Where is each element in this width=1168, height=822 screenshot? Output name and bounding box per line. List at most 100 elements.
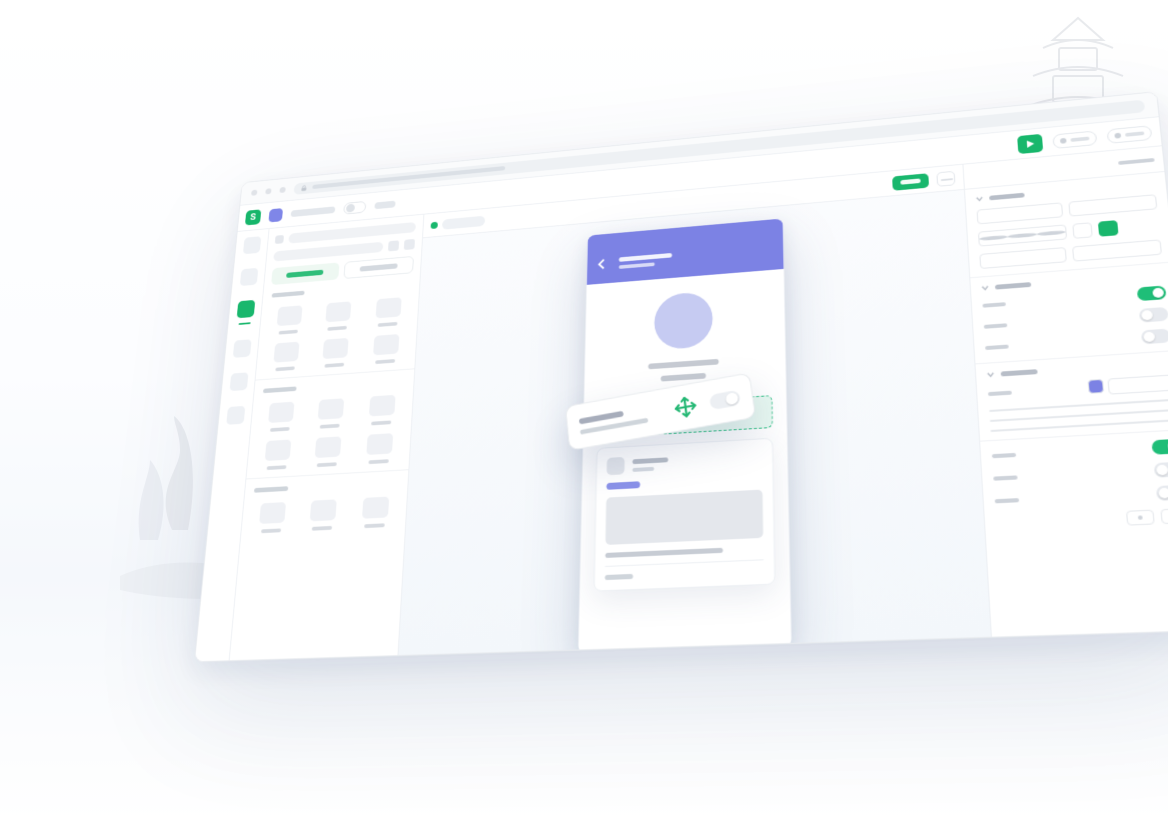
device-toggle[interactable] [343,201,366,215]
rail-item-database[interactable] [232,339,251,358]
flag-a-toggle[interactable] [1139,307,1168,323]
rail-item-components[interactable] [239,268,258,286]
appbar-subtitle [618,262,654,269]
back-icon[interactable] [596,258,607,270]
move-icon [671,393,700,422]
state-b-label [993,475,1017,480]
visibility-toggle[interactable] [1137,285,1167,301]
component-item[interactable] [265,341,308,372]
dragging-toggle[interactable] [709,390,741,410]
device-hero [584,269,786,394]
state-b-toggle[interactable] [1154,462,1168,478]
align-segmented[interactable] [978,224,1067,246]
flag-b-toggle[interactable] [1141,328,1168,344]
status-dot-icon [431,221,438,228]
layout-height-input[interactable] [1072,239,1162,261]
inspector-section-layout [965,172,1168,278]
component-item[interactable] [317,301,360,332]
card-subtitle [632,466,654,471]
publish-chip[interactable] [1107,125,1153,144]
component-item[interactable] [367,297,410,328]
card-badge [606,481,640,490]
components-grid-view-icon[interactable] [388,240,399,251]
rail-item-settings[interactable] [226,406,245,425]
component-item[interactable] [259,401,302,432]
card-footer [604,574,632,580]
component-item[interactable] [256,439,300,471]
inspector-section-style [976,351,1168,442]
card-divider [605,559,763,567]
chevron-down-icon[interactable] [976,195,984,202]
state-enabled-toggle[interactable] [1151,439,1168,455]
app-logo[interactable]: S [245,209,261,225]
layout-apply[interactable] [1098,220,1119,237]
component-item[interactable] [360,394,404,426]
inspector-btn-a[interactable] [1126,510,1155,526]
component-item[interactable] [250,502,294,534]
page-chip-label [442,215,485,229]
component-item[interactable] [301,499,346,531]
chevron-down-icon[interactable] [987,371,995,378]
layout-width-input[interactable] [979,247,1067,269]
rail-item-assets[interactable] [229,372,248,391]
component-item[interactable] [353,496,398,529]
profile-subtext-placeholder [661,373,706,382]
page-chip[interactable] [430,215,485,230]
share-chip[interactable] [1052,130,1097,149]
preview-button[interactable] [1017,133,1043,153]
project-title[interactable] [291,206,336,217]
play-icon [1025,139,1036,149]
chevron-down-icon[interactable] [981,284,989,291]
traffic-light [265,188,271,194]
style-field-b[interactable] [990,409,1168,422]
component-group-title [263,386,297,393]
canvas-secondary-action[interactable] [936,170,955,186]
layout-align-extra[interactable] [1072,222,1092,239]
component-group-title [272,291,305,298]
color-label [988,391,1012,396]
lock-icon [300,184,307,191]
style-field-c[interactable] [990,419,1168,432]
editor-window: S [194,91,1168,662]
traffic-light [279,187,285,193]
card-thumbnail-icon [606,457,624,475]
visibility-label [982,302,1005,308]
traffic-light [251,190,257,196]
card-text-line [605,548,723,558]
device-card[interactable] [593,438,775,592]
component-item[interactable] [268,305,310,336]
state-c-toggle[interactable] [1156,485,1168,501]
appbar-title [618,253,671,262]
component-item[interactable] [314,337,357,368]
component-item[interactable] [306,436,350,468]
rail-item-layers[interactable] [236,300,255,318]
inspector-section-visibility [970,262,1168,364]
layout-y-input[interactable] [1068,194,1157,216]
inspector-panel [963,146,1168,636]
inspector-title [1118,158,1155,165]
card-title [632,457,668,464]
components-list-view-icon[interactable] [404,239,415,250]
flag-a-label [984,323,1008,329]
project-thumbnail[interactable] [268,208,283,222]
layout-x-input[interactable] [977,202,1064,224]
component-item[interactable] [364,333,407,364]
project-subtitle [374,200,395,209]
component-group-title [254,486,288,493]
inspector-btn-b[interactable] [1160,508,1168,524]
avatar[interactable] [654,291,713,350]
canvas[interactable] [398,165,991,655]
dragging-title [579,410,624,424]
rail-item-pages[interactable] [242,236,260,254]
color-hex-input[interactable] [1107,374,1168,394]
state-enabled-label [992,453,1016,458]
inspector-section-state [980,430,1168,541]
profile-name-placeholder [648,359,719,369]
canvas-primary-action[interactable] [892,173,929,191]
state-c-label [995,498,1020,503]
component-item[interactable] [357,433,401,465]
color-swatch[interactable] [1088,379,1105,394]
flag-b-label [985,345,1009,350]
panel-menu-icon[interactable] [275,235,284,244]
component-item[interactable] [309,398,353,430]
